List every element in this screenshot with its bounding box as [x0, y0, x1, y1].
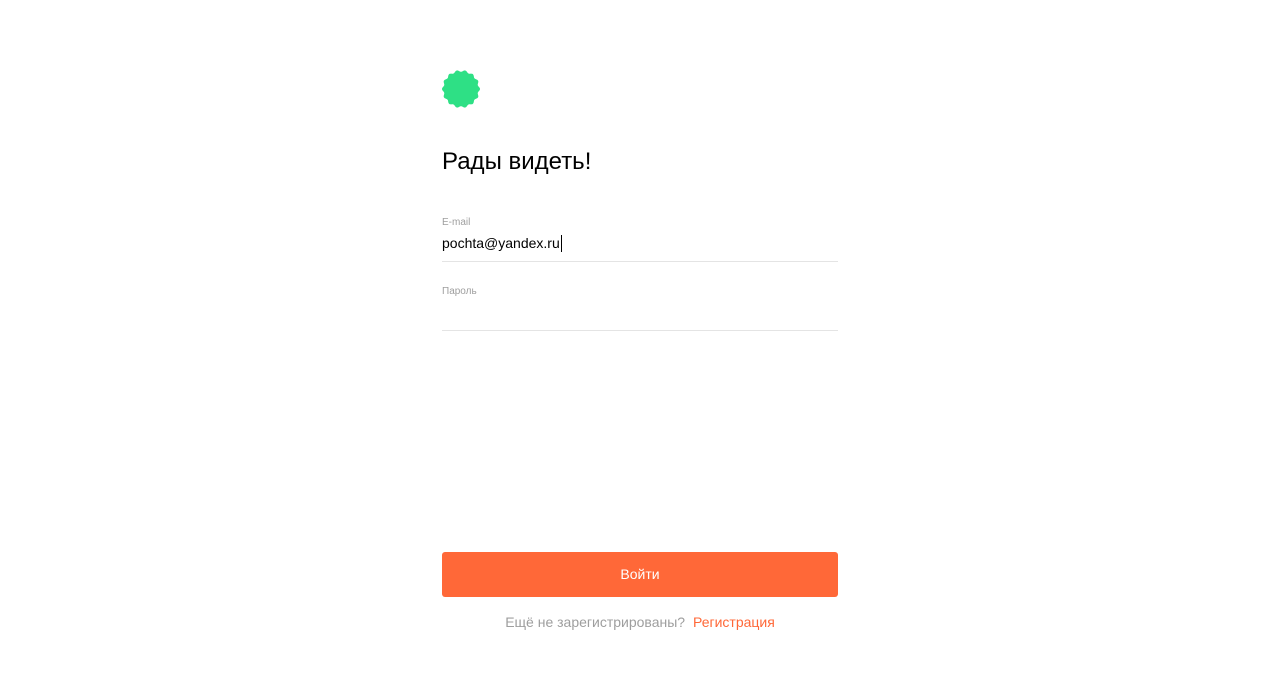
email-label: E-mail	[442, 217, 471, 228]
login-button[interactable]: Войти	[442, 552, 838, 597]
email-input[interactable]: pochta@yandex.ru	[442, 233, 562, 253]
logo-icon	[442, 70, 480, 108]
password-input[interactable]	[442, 302, 838, 322]
password-field[interactable]: Пароль	[442, 280, 838, 331]
email-field[interactable]: E-mail pochta@yandex.ru	[442, 211, 838, 262]
text-caret	[560, 234, 562, 252]
password-label: Пароль	[442, 286, 477, 297]
register-prompt: Ещё не зарегистрированы? Регистрация	[442, 612, 838, 632]
register-link[interactable]: Регистрация	[693, 614, 775, 630]
page-title: Рады видеть!	[442, 148, 592, 175]
email-value[interactable]: pochta@yandex.ru	[442, 233, 560, 253]
logo-badge-shape	[442, 70, 480, 108]
register-question: Ещё не зарегистрированы?	[505, 614, 686, 630]
login-form: Рады видеть! E-mail pochta@yandex.ru Пар…	[442, 0, 838, 700]
login-page: Рады видеть! E-mail pochta@yandex.ru Пар…	[0, 0, 1280, 700]
logo-badge-path	[442, 70, 480, 108]
